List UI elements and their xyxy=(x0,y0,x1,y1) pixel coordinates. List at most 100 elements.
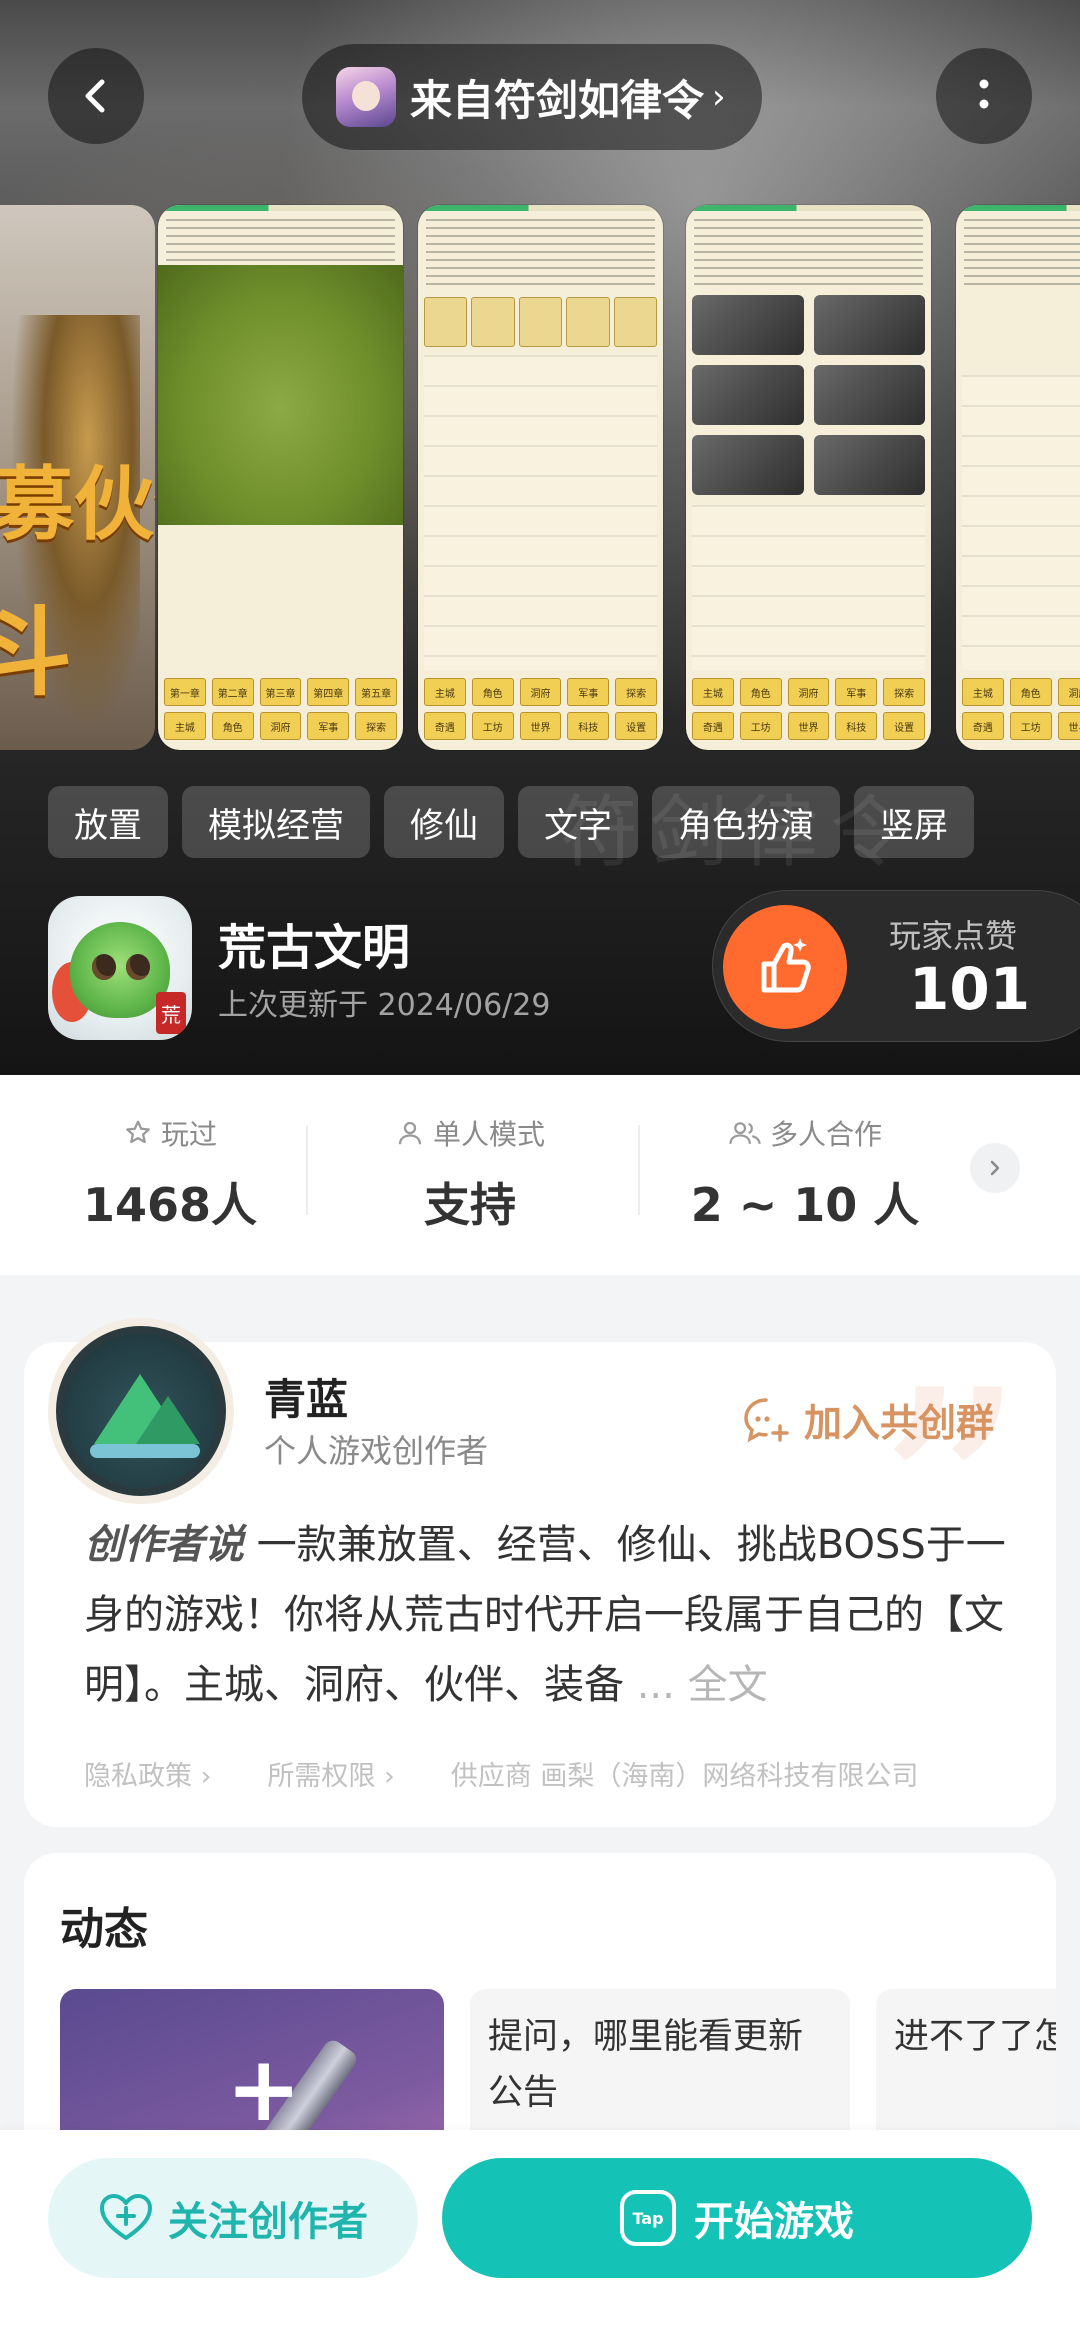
plus-icon: + xyxy=(226,2037,302,2142)
screenshot-tab: 工坊 xyxy=(739,712,782,740)
source-avatar xyxy=(336,67,396,127)
source-label: 来自符剑如律令 xyxy=(410,75,705,125)
follow-creator-button[interactable]: 关注创作者 xyxy=(48,2158,418,2278)
screenshot-tab: 探索 xyxy=(883,678,925,706)
screenshot-thumb[interactable]: 第一章 第二章 第三章 第四章 第五章 主城 角色 洞府 军事 探索 xyxy=(158,205,403,750)
tag-chip[interactable]: 竖屏 xyxy=(854,786,974,858)
creator-avatar[interactable] xyxy=(48,1318,234,1504)
like-button[interactable] xyxy=(723,905,847,1029)
screenshot-tab: 军事 xyxy=(567,678,610,706)
last-updated: 上次更新于 2024/06/29 xyxy=(218,988,551,1023)
privacy-policy-link[interactable]: 隐私政策 › xyxy=(84,1754,211,1793)
chat-add-icon xyxy=(744,1397,789,1442)
tag-chip[interactable]: 放置 xyxy=(48,786,168,858)
screenshot-tab: 军事 xyxy=(307,712,350,740)
likes-count: 101 xyxy=(909,955,1031,1023)
taptap-icon: Tap xyxy=(620,2190,676,2246)
screenshot-tab: 洞府 xyxy=(787,678,830,706)
vendor-info: 供应商 画梨（海南）网络科技有限公司 xyxy=(450,1761,919,1792)
permissions-link[interactable]: 所需权限 › xyxy=(267,1754,394,1793)
screenshot-tabs: 主城 角色 洞府 军事 探索 奇遇 工坊 世界 科技 设置 xyxy=(962,678,1080,740)
tag-chip[interactable]: 修仙 xyxy=(384,786,504,858)
heart-plus-icon xyxy=(100,2194,152,2240)
screenshot-tab: 探索 xyxy=(615,678,657,706)
read-more-link[interactable]: ... 全文 xyxy=(624,1662,768,1708)
divider xyxy=(306,1125,308,1215)
game-icon[interactable]: 荒 xyxy=(48,896,192,1040)
tag-chip[interactable]: 角色扮演 xyxy=(652,786,840,858)
more-vertical-icon xyxy=(979,79,989,109)
screenshot-tab: 角色 xyxy=(211,712,254,740)
screenshot-tab: 世界 xyxy=(1057,712,1080,740)
game-icon-badge: 荒 xyxy=(156,992,186,1034)
screenshot-tab: 探索 xyxy=(355,712,397,740)
screenshot-tab: 主城 xyxy=(164,712,206,740)
screenshot-body xyxy=(962,375,1080,670)
star-icon xyxy=(126,1120,150,1144)
screenshot-tab: 主城 xyxy=(692,678,734,706)
screenshot-tab: 第五章 xyxy=(355,678,397,706)
screenshot-tab: 奇遇 xyxy=(962,712,1004,740)
screenshot-tab: 第四章 xyxy=(307,678,350,706)
screenshot-tab: 洞府 xyxy=(259,712,302,740)
screenshot-tab: 洞府 xyxy=(519,678,562,706)
activity-text: 提问，哪里能看更新公告 xyxy=(488,2017,804,2113)
stat-played[interactable]: 玩过 1468人 xyxy=(60,1113,280,1243)
player-likes[interactable]: 玩家点赞 101 xyxy=(712,890,1080,1042)
screenshot-tabs: 第一章 第二章 第三章 第四章 第五章 主城 角色 洞府 军事 探索 xyxy=(164,678,397,740)
join-group-label: 加入共创群 xyxy=(804,1401,995,1445)
screenshot-log xyxy=(426,219,655,289)
stat-single-player[interactable]: 单人模式 支持 xyxy=(355,1113,585,1243)
game-title: 荒古文明 xyxy=(218,920,411,976)
creator-name[interactable]: 青蓝 xyxy=(264,1366,348,1427)
screenshot-tab: 科技 xyxy=(567,712,610,740)
tag-chip[interactable]: 模拟经营 xyxy=(182,786,370,858)
stat-label: 多人合作 xyxy=(769,1118,882,1151)
creator-role: 个人游戏创作者 xyxy=(264,1432,489,1470)
screenshot-tabs: 主城 角色 洞府 军事 探索 奇遇 工坊 世界 科技 设置 xyxy=(692,678,925,740)
activity-text: 进不了了怎 xyxy=(894,2017,1056,2057)
banner-art-text: 募伙伴 xyxy=(0,458,155,551)
more-button[interactable] xyxy=(936,48,1032,144)
chevron-left-icon xyxy=(85,79,105,113)
screenshot-tab: 工坊 xyxy=(471,712,514,740)
screenshot-tab: 工坊 xyxy=(1009,712,1052,740)
creator-says-label: 创作者说 xyxy=(84,1522,244,1568)
stats-more-button[interactable] xyxy=(970,1143,1020,1193)
stats-row: 玩过 1468人 单人模式 支持 多人合作 2 ~ 10 人 xyxy=(0,1075,1080,1275)
person-icon xyxy=(398,1121,422,1145)
thumbs-up-icon xyxy=(761,938,811,993)
screenshot-tab: 主城 xyxy=(424,678,466,706)
legal-links: 隐私政策 › 所需权限 › 供应商 画梨（海南）网络科技有限公司 xyxy=(84,1754,918,1793)
screenshot-tabs: 主城 角色 洞府 军事 探索 奇遇 工坊 世界 科技 设置 xyxy=(424,678,657,740)
back-button[interactable] xyxy=(48,48,144,144)
screenshot-tab: 科技 xyxy=(835,712,878,740)
screenshot-tab: 角色 xyxy=(471,678,514,706)
screenshot-thumb[interactable]: 主城 角色 洞府 军事 探索 奇遇 工坊 世界 科技 设置 xyxy=(956,205,1080,750)
screenshot-log xyxy=(694,219,923,289)
battle-field xyxy=(158,265,403,525)
screenshot-tab: 洞府 xyxy=(1057,678,1080,706)
tag-chip[interactable]: 文字 xyxy=(518,786,638,858)
screenshot-thumb[interactable]: 主城 角色 洞府 军事 探索 奇遇 工坊 世界 科技 设置 xyxy=(686,205,931,750)
start-label: 开始游戏 xyxy=(694,2199,854,2245)
screenshot-buttons xyxy=(424,297,657,347)
divider xyxy=(638,1125,640,1215)
follow-label: 关注创作者 xyxy=(168,2199,368,2245)
stat-label: 单人模式 xyxy=(432,1118,545,1151)
source-link[interactable]: 来自符剑如律令 › xyxy=(302,44,762,150)
join-group-button[interactable]: 加入共创群 xyxy=(740,1392,994,1447)
start-game-button[interactable]: Tap 开始游戏 xyxy=(442,2158,1032,2278)
chevron-right-icon xyxy=(990,1160,1000,1176)
screenshot-thumb[interactable]: 主城 角色 洞府 军事 探索 奇遇 工坊 世界 科技 设置 xyxy=(418,205,663,750)
creator-description[interactable]: 创作者说 一款兼放置、经营、修仙、挑战BOSS于一身的游戏！你将从荒古时代开启一… xyxy=(84,1510,1034,1720)
screenshot-tab: 第三章 xyxy=(259,678,302,706)
stat-multiplayer[interactable]: 多人合作 2 ~ 10 人 xyxy=(690,1113,920,1243)
stat-label: 玩过 xyxy=(160,1118,217,1151)
stat-value: 2 ~ 10 人 xyxy=(690,1178,920,1232)
banner-art-text: 斗 xyxy=(0,597,72,709)
chevron-right-icon: › xyxy=(712,77,726,117)
banner-art[interactable]: 募伙伴 斗 xyxy=(0,205,155,750)
screenshot-tab: 军事 xyxy=(835,678,878,706)
screenshot-tab: 角色 xyxy=(1009,678,1052,706)
